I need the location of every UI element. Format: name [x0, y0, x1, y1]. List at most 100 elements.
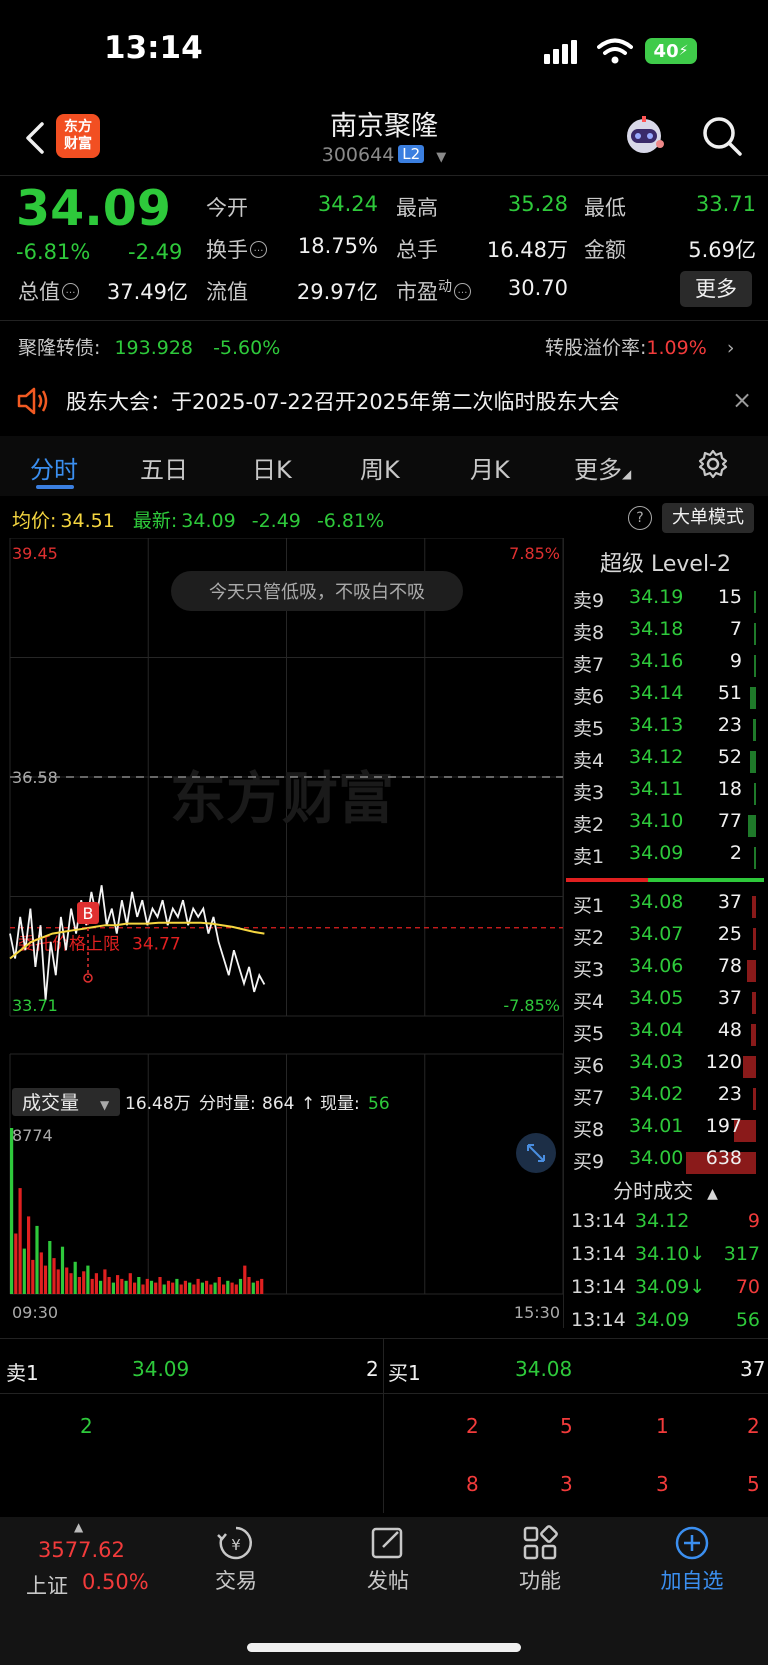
- ask-row[interactable]: 卖2 34.10 77: [563, 810, 768, 842]
- trades-title[interactable]: 分时成交 ▲: [563, 1175, 768, 1204]
- level-price: 34.06: [629, 955, 684, 977]
- bid-row[interactable]: 买8 34.01 197: [563, 1115, 768, 1147]
- help-icon[interactable]: ?: [628, 506, 652, 530]
- search-icon[interactable]: [700, 114, 744, 158]
- level-price: 34.01: [629, 1115, 684, 1137]
- level2-badge: L2: [398, 145, 425, 163]
- ask-row[interactable]: 卖8 34.18 7: [563, 618, 768, 650]
- tab-monthly-k[interactable]: 月K: [470, 450, 510, 485]
- tab-weekly-k[interactable]: 周K: [360, 450, 400, 485]
- nav-functions[interactable]: 功能: [480, 1565, 600, 1595]
- volume-bar: [43, 1265, 48, 1294]
- volume-bars: [10, 1128, 264, 1294]
- volume-bar: [31, 1259, 35, 1294]
- level-volume: 23: [717, 714, 742, 736]
- pct-bottom-label: -7.85%: [503, 996, 560, 1015]
- volume-bar: [60, 1246, 65, 1294]
- ask-row[interactable]: 卖6 34.14 51: [563, 682, 768, 714]
- volume-bar: [260, 1278, 264, 1294]
- nav-trade[interactable]: 交易: [176, 1565, 296, 1595]
- volume-selector-label: 成交量: [22, 1092, 79, 1114]
- signal-icon: [544, 40, 577, 64]
- trade-price: 34.09: [635, 1309, 690, 1331]
- level-volume: 15: [717, 586, 742, 608]
- bid-row[interactable]: 买3 34.06 78: [563, 955, 768, 987]
- y-top-label: 39.45: [12, 544, 58, 563]
- tab-daily-k[interactable]: 日K: [252, 450, 292, 485]
- ask-row[interactable]: 卖7 34.16 9: [563, 650, 768, 682]
- bid-row[interactable]: 买4 34.05 37: [563, 987, 768, 1019]
- tab-more[interactable]: 更多◢: [574, 450, 631, 485]
- volume-minute-label: 分时量:: [199, 1094, 256, 1114]
- level-label: 买8: [573, 1119, 605, 1141]
- mktcap-value: 37.49亿: [106, 280, 188, 304]
- volume-bar: [183, 1280, 187, 1294]
- big-order-mode-button[interactable]: 大单模式: [662, 503, 754, 533]
- status-time: 13:14: [104, 30, 203, 66]
- trade-volume: 70: [735, 1276, 760, 1298]
- settings-gear-icon[interactable]: [697, 448, 729, 480]
- level-price: 34.00: [629, 1147, 684, 1169]
- tab-intraday[interactable]: 分时: [30, 450, 78, 485]
- bid-row[interactable]: 买6 34.03 120: [563, 1051, 768, 1083]
- level-price: 34.07: [629, 923, 684, 945]
- ask-row[interactable]: 卖4 34.12 52: [563, 746, 768, 778]
- volume-bar: [751, 1024, 756, 1046]
- level-volume: 77: [717, 810, 742, 832]
- info-icon[interactable]: …: [62, 283, 79, 300]
- post-edit-icon: [371, 1527, 403, 1559]
- trade-time: 13:14: [571, 1309, 626, 1331]
- ask-row[interactable]: 卖3 34.11 18: [563, 778, 768, 810]
- ask-row[interactable]: 卖1 34.09 2: [563, 842, 768, 874]
- volume-bar: [192, 1284, 196, 1294]
- bid-row[interactable]: 买7 34.02 23: [563, 1083, 768, 1115]
- bid-ask-ratio-green: [648, 878, 764, 882]
- nav-add-watchlist[interactable]: 加自选: [632, 1565, 752, 1595]
- volume-bar: [103, 1269, 107, 1294]
- chevron-right-icon: ›: [726, 337, 735, 359]
- volume-bar: [247, 1277, 251, 1294]
- bid-row[interactable]: 买5 34.04 48: [563, 1019, 768, 1051]
- level-price: 34.04: [629, 1019, 684, 1041]
- battery-indicator: 40 ⚡: [645, 38, 697, 64]
- level-label: 卖4: [573, 750, 605, 772]
- bid-queue-item: 2: [466, 1414, 479, 1438]
- high-label: 最高: [396, 196, 438, 220]
- volume-bar: [124, 1280, 128, 1294]
- index-pct: 0.50%: [82, 1570, 149, 1594]
- info-icon[interactable]: …: [454, 283, 471, 300]
- level-label: 买7: [573, 1087, 605, 1109]
- add-watchlist-icon: [675, 1526, 709, 1560]
- close-icon[interactable]: ×: [732, 386, 752, 414]
- convertible-bond-row[interactable]: 聚隆转债: 193.928 -5.60%: [18, 333, 280, 360]
- latest-pct: -6.81%: [316, 510, 385, 532]
- expand-index-icon[interactable]: ▲: [74, 1520, 83, 1534]
- bid-queue-item: 1: [656, 1414, 669, 1438]
- bid-row[interactable]: 买1 34.08 37: [563, 891, 768, 923]
- level-volume: 37: [717, 987, 742, 1009]
- volume-bar: [234, 1284, 238, 1294]
- index-value[interactable]: 3577.62: [38, 1538, 125, 1562]
- premium-value: 1.09%: [646, 337, 707, 359]
- level-volume: 37: [717, 891, 742, 913]
- nav-post[interactable]: 发帖: [328, 1565, 448, 1595]
- volume-bar: [137, 1277, 141, 1294]
- volume-now: 56: [368, 1094, 390, 1114]
- ask-row[interactable]: 卖5 34.13 23: [563, 714, 768, 746]
- ask-row[interactable]: 卖9 34.19 15: [563, 586, 768, 618]
- robot-assistant-icon[interactable]: [622, 114, 666, 158]
- summary-bid-vol: 37: [740, 1357, 766, 1381]
- level-label: 买6: [573, 1055, 605, 1077]
- volume-bar: [116, 1275, 120, 1294]
- trade-time: 13:14: [571, 1276, 626, 1298]
- info-icon[interactable]: …: [250, 241, 267, 258]
- volume-bar: [39, 1252, 43, 1294]
- intraday-chart[interactable]: 东方财富 委托价格上限 34.77 B 39.45 36.58 33.71 7.8…: [0, 538, 563, 1318]
- trade-volume: 317: [723, 1243, 760, 1265]
- more-button[interactable]: 更多: [680, 271, 752, 307]
- bid-queue-item: 3: [560, 1472, 573, 1496]
- tab-five-day[interactable]: 五日: [140, 450, 188, 485]
- premium-row[interactable]: 转股溢价率:1.09% ›: [545, 333, 734, 360]
- bid-row[interactable]: 买2 34.07 25: [563, 923, 768, 955]
- y-mid-label: 36.58: [12, 768, 58, 787]
